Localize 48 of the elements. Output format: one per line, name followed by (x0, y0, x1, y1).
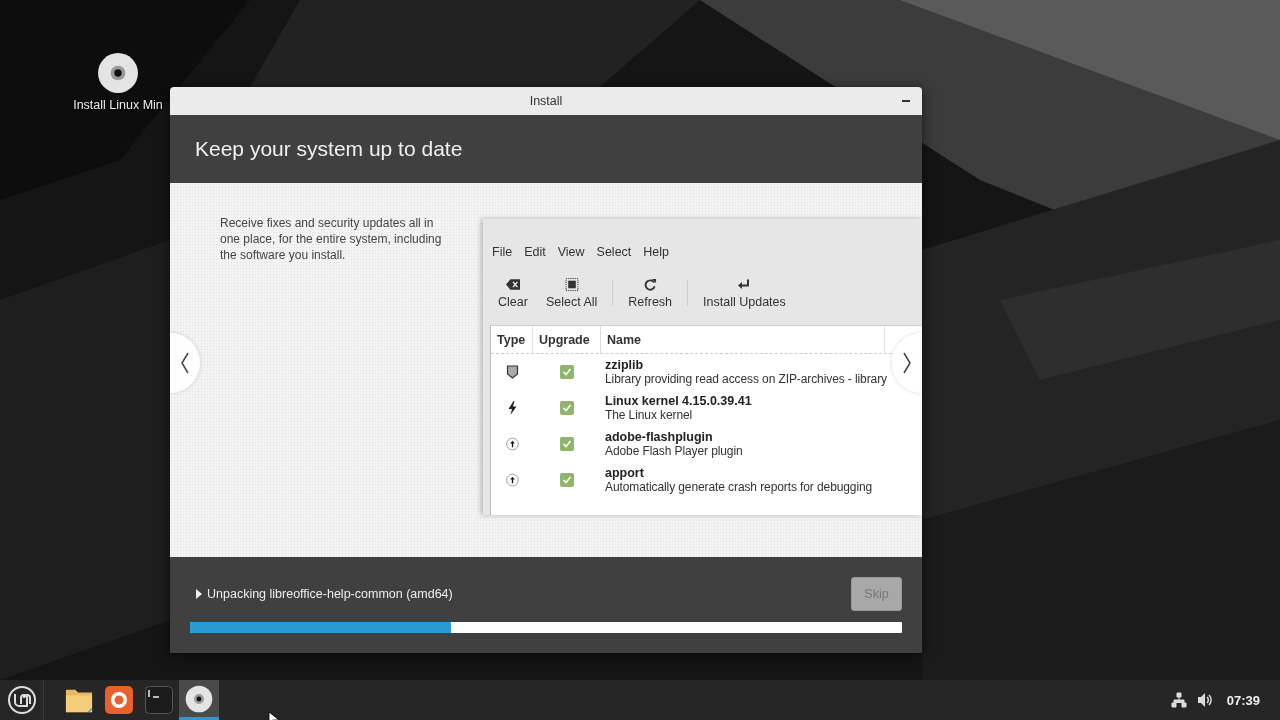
toolbar-button[interactable]: Refresh (619, 277, 682, 309)
desktop-icon-label[interactable]: Install Linux Min (73, 98, 163, 112)
chevron-right-icon (902, 352, 912, 374)
package-name: Linux kernel 4.15.0.39.41 (605, 394, 752, 408)
toolbar-button[interactable]: Clear (489, 277, 537, 309)
slide-description: Receive fixes and security updates all in one place, for the entire system, including the software you install. (220, 215, 443, 264)
volume-icon[interactable] (1196, 692, 1213, 708)
refresh-icon (643, 277, 658, 291)
column-header[interactable]: Type (491, 326, 533, 353)
checkbox[interactable] (560, 365, 574, 379)
menu-item[interactable]: View (551, 245, 591, 263)
arrow-up-icon (505, 437, 519, 451)
package-description: Automatically generate crash reports for debugging (605, 480, 873, 494)
checkbox[interactable] (560, 437, 574, 451)
chevron-left-icon (180, 352, 190, 374)
package-description: Library providing read access on ZIP-archives - library (605, 372, 887, 386)
menu-item[interactable]: File (486, 245, 519, 263)
checkbox[interactable] (560, 473, 574, 487)
expander-icon[interactable] (195, 589, 203, 599)
menu-item[interactable]: Edit (518, 245, 552, 263)
disc-icon (185, 684, 213, 713)
package-name: zziplib (605, 358, 644, 372)
toolbar-button[interactable]: Install Updates (694, 277, 795, 309)
pointer-icon (268, 712, 280, 720)
shield-icon (505, 365, 519, 379)
window-title: Install (529, 94, 563, 108)
fox-icon (105, 686, 133, 714)
column-header[interactable]: Name (601, 326, 885, 353)
return-arrow-icon (737, 277, 752, 291)
status-text: Unpacking libreoffice-help-common (amd64) (207, 587, 453, 601)
package-description: The Linux kernel (605, 408, 693, 422)
taskbar-launcher[interactable] (179, 680, 219, 720)
package-description: Adobe Flash Player plugin (605, 444, 743, 458)
clock[interactable]: 07:39 (1226, 692, 1260, 708)
disc-icon (97, 52, 139, 94)
package-name: apport (605, 466, 644, 480)
menu-item[interactable]: Select (590, 245, 638, 263)
grid-icon (564, 277, 579, 291)
toolbar-button[interactable]: Select All (536, 277, 607, 309)
column-header[interactable]: Upgrade (533, 326, 601, 353)
backspace-icon (505, 277, 520, 291)
menu-item[interactable]: Help (637, 245, 676, 263)
checkbox[interactable] (560, 401, 574, 415)
terminal-icon (145, 686, 173, 714)
package-name: adobe-flashplugin (605, 430, 713, 444)
page-heading: Keep your system up to date (195, 137, 463, 161)
network-icon[interactable] (1170, 692, 1187, 708)
arrow-up-icon (505, 473, 519, 487)
